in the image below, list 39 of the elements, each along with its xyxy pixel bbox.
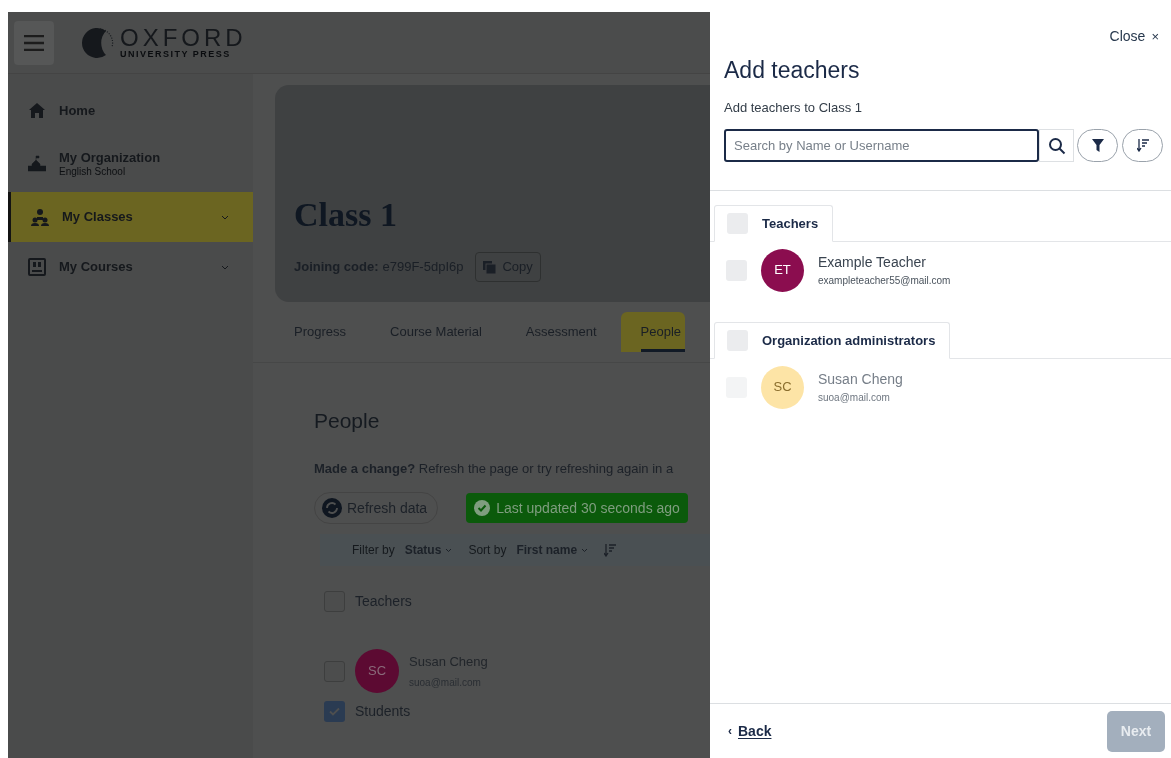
people-icon xyxy=(31,208,49,226)
building-icon xyxy=(28,155,46,173)
close-button[interactable]: Close × xyxy=(1109,26,1159,47)
refresh-icon xyxy=(322,498,342,518)
sidebar-item-sublabel: English School xyxy=(59,165,127,179)
panel-title: Add teachers xyxy=(724,56,861,85)
filter-icon xyxy=(1091,139,1104,152)
chevron-icon xyxy=(581,547,589,553)
book-icon xyxy=(28,258,46,276)
tab[interactable]: People xyxy=(620,312,686,352)
avatar: SC xyxy=(761,365,804,409)
search-icon xyxy=(1047,136,1066,155)
sidebar-item-label: My Classes xyxy=(62,208,134,226)
copy-icon xyxy=(483,260,497,274)
home-icon xyxy=(28,102,46,120)
menu-button[interactable] xyxy=(14,20,54,65)
search-field[interactable]: Search by Name or Username xyxy=(724,129,1039,162)
check-icon xyxy=(329,707,340,716)
people-heading: People xyxy=(314,408,381,434)
sort-icon[interactable] xyxy=(604,543,617,557)
member-name: Susan Cheng xyxy=(818,370,903,389)
avatar: SC xyxy=(355,649,399,693)
sort-icon xyxy=(1136,139,1149,152)
sidebar-item[interactable]: My Classes xyxy=(8,192,253,242)
status-badge: Last updated 30 seconds ago xyxy=(466,493,688,523)
check-icon xyxy=(474,500,491,516)
menu-icon xyxy=(24,34,44,51)
avatar: ET xyxy=(761,248,804,292)
group-label: Organization administrators xyxy=(762,331,936,350)
panel-subtitle: Add teachers to Class 1 xyxy=(724,98,864,117)
member-email: exampleteacher55@mail.com xyxy=(818,274,951,288)
member-name: Example Teacher xyxy=(818,253,927,272)
back-link[interactable]: ‹ Back xyxy=(728,720,772,742)
checkbox[interactable] xyxy=(324,701,345,722)
member-email: suoa@mail.com xyxy=(818,391,891,405)
chevron-icon xyxy=(445,547,453,553)
group-label: Teachers xyxy=(762,214,819,233)
logo-subtitle: UNIVERSITY PRESS xyxy=(120,50,232,59)
search-button[interactable] xyxy=(1039,129,1074,162)
